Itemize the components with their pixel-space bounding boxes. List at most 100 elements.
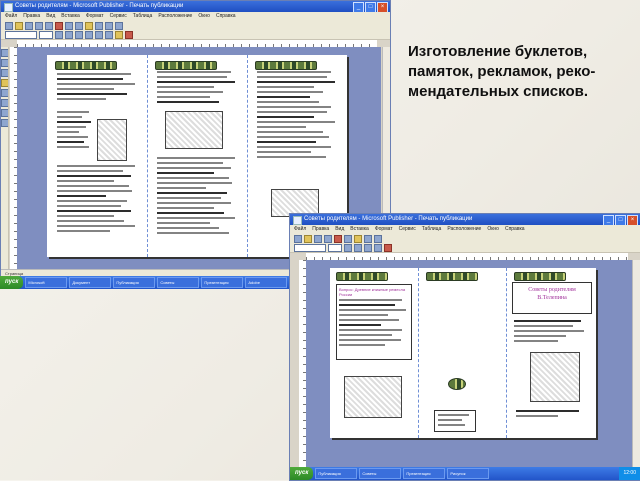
column-guide [506, 268, 507, 438]
taskbar-item[interactable]: Презентация [403, 468, 446, 479]
size-select-icon[interactable] [328, 243, 342, 252]
textbox-tool-icon[interactable] [1, 59, 8, 67]
print-icon[interactable] [324, 234, 332, 243]
paste-icon[interactable] [85, 21, 93, 30]
undo-icon[interactable] [95, 21, 103, 30]
font-color-icon[interactable] [125, 30, 133, 39]
menu-item-arrange[interactable]: Расположение [158, 12, 192, 21]
taskbar-item[interactable]: Публикация [315, 468, 358, 479]
align-left-icon[interactable] [85, 30, 93, 39]
spell-icon[interactable] [334, 234, 342, 243]
wordart-tool-icon[interactable] [1, 79, 8, 87]
window-titlebar[interactable]: Советы родителям - Microsoft Publisher -… [1, 1, 390, 12]
table-tool-icon[interactable] [1, 69, 8, 77]
menu-item-table[interactable]: Таблица [133, 12, 153, 21]
menu-item-file[interactable]: Файл [5, 12, 17, 21]
size-select-icon[interactable] [39, 30, 53, 39]
font-color-icon[interactable] [384, 243, 392, 252]
italic-icon[interactable] [354, 243, 362, 252]
window-titlebar[interactable]: Советы родителям - Microsoft Publisher -… [290, 214, 640, 225]
highlight-icon[interactable] [115, 30, 123, 39]
font-select-icon[interactable] [294, 243, 326, 252]
new-icon[interactable] [294, 234, 302, 243]
window-title: Советы родителям - Microsoft Publisher -… [15, 3, 184, 9]
redo-icon[interactable] [105, 21, 113, 30]
menu-item-table[interactable]: Таблица [422, 225, 442, 234]
menu-item-file[interactable]: Файл [294, 225, 306, 234]
new-icon[interactable] [5, 21, 13, 30]
taskbar-item[interactable]: Советы [157, 277, 200, 288]
pointer-tool-icon[interactable] [1, 49, 8, 57]
menu-item-format[interactable]: Формат [375, 225, 393, 234]
cut-icon[interactable] [65, 21, 73, 30]
menu-item-tools[interactable]: Сервис [110, 12, 127, 21]
bold-icon[interactable] [344, 243, 352, 252]
copy-icon[interactable] [75, 21, 83, 30]
menu-item-insert[interactable]: Вставка [61, 12, 80, 21]
menu-item-arrange[interactable]: Расположение [447, 225, 481, 234]
text-frame[interactable] [434, 410, 476, 432]
publisher-window-front[interactable]: Советы родителям - Microsoft Publisher -… [289, 213, 640, 481]
paste-icon[interactable] [354, 234, 362, 243]
menu-item-tools[interactable]: Сервис [399, 225, 416, 234]
open-icon[interactable] [304, 234, 312, 243]
font-select-icon[interactable] [5, 30, 37, 39]
menu-item-format[interactable]: Формат [86, 12, 104, 21]
menu-item-view[interactable]: Вид [335, 225, 344, 234]
student-clipart[interactable] [97, 119, 127, 161]
workspace-canvas[interactable]: Вопрос: Древние книжные ремесла России С… [306, 260, 632, 470]
menu-item-view[interactable]: Вид [46, 12, 55, 21]
picture-tool-icon[interactable] [1, 89, 8, 97]
vertical-scrollbar[interactable] [632, 260, 640, 470]
taskbar-item[interactable]: Советы [359, 468, 402, 479]
underline-icon[interactable] [75, 30, 83, 39]
taskbar-item[interactable]: Презентация [201, 277, 244, 288]
taskbar-item[interactable]: Публикация [113, 277, 156, 288]
rect-tool-icon[interactable] [1, 119, 8, 127]
maximize-icon[interactable]: □ [365, 2, 376, 12]
bold-icon[interactable] [55, 30, 63, 39]
oval-tool-icon[interactable] [1, 109, 8, 117]
taskbar-item[interactable]: Документ [69, 277, 112, 288]
menu-item-help[interactable]: Справка [505, 225, 525, 234]
align-center-icon[interactable] [95, 30, 103, 39]
spell-icon[interactable] [55, 21, 63, 30]
start-button[interactable]: пуск [0, 276, 24, 289]
library-clipart[interactable] [344, 376, 402, 418]
device-clipart[interactable] [165, 111, 223, 149]
zoom-icon[interactable] [115, 21, 123, 30]
brochure-page-cover[interactable]: Вопрос: Древние книжные ремесла России С… [330, 268, 596, 438]
menu-item-edit[interactable]: Правка [312, 225, 329, 234]
taskbar-item[interactable]: Microsoft [25, 277, 68, 288]
underline-icon[interactable] [364, 243, 372, 252]
minimize-icon[interactable]: _ [603, 215, 614, 225]
cut-icon[interactable] [344, 234, 352, 243]
save-icon[interactable] [25, 21, 33, 30]
align-center-icon[interactable] [374, 243, 382, 252]
preview-icon[interactable] [45, 21, 53, 30]
italic-icon[interactable] [65, 30, 73, 39]
system-clock[interactable]: 12:00 [619, 467, 640, 480]
print-icon[interactable] [35, 21, 43, 30]
reader-clipart[interactable] [530, 352, 580, 402]
close-icon[interactable]: × [627, 215, 638, 225]
line-tool-icon[interactable] [1, 99, 8, 107]
maximize-icon[interactable]: □ [615, 215, 626, 225]
minimize-icon[interactable]: _ [353, 2, 364, 12]
text-frame[interactable]: Вопрос: Древние книжные ремесла России [336, 284, 412, 360]
menu-item-edit[interactable]: Правка [23, 12, 40, 21]
menu-item-insert[interactable]: Вставка [350, 225, 369, 234]
open-icon[interactable] [15, 21, 23, 30]
menu-item-window[interactable]: Окно [487, 225, 499, 234]
zoom-icon[interactable] [374, 234, 382, 243]
undo-icon[interactable] [364, 234, 372, 243]
menu-item-help[interactable]: Справка [216, 12, 236, 21]
taskbar-item[interactable]: Рисунок [447, 468, 490, 479]
start-button[interactable]: пуск [290, 467, 314, 480]
close-icon[interactable]: × [377, 2, 388, 12]
align-right-icon[interactable] [105, 30, 113, 39]
cover-title-frame[interactable]: Советы родителям В.Телепина [512, 282, 592, 314]
taskbar-item[interactable]: Adobe [245, 277, 288, 288]
menu-item-window[interactable]: Окно [198, 12, 210, 21]
save-icon[interactable] [314, 234, 322, 243]
